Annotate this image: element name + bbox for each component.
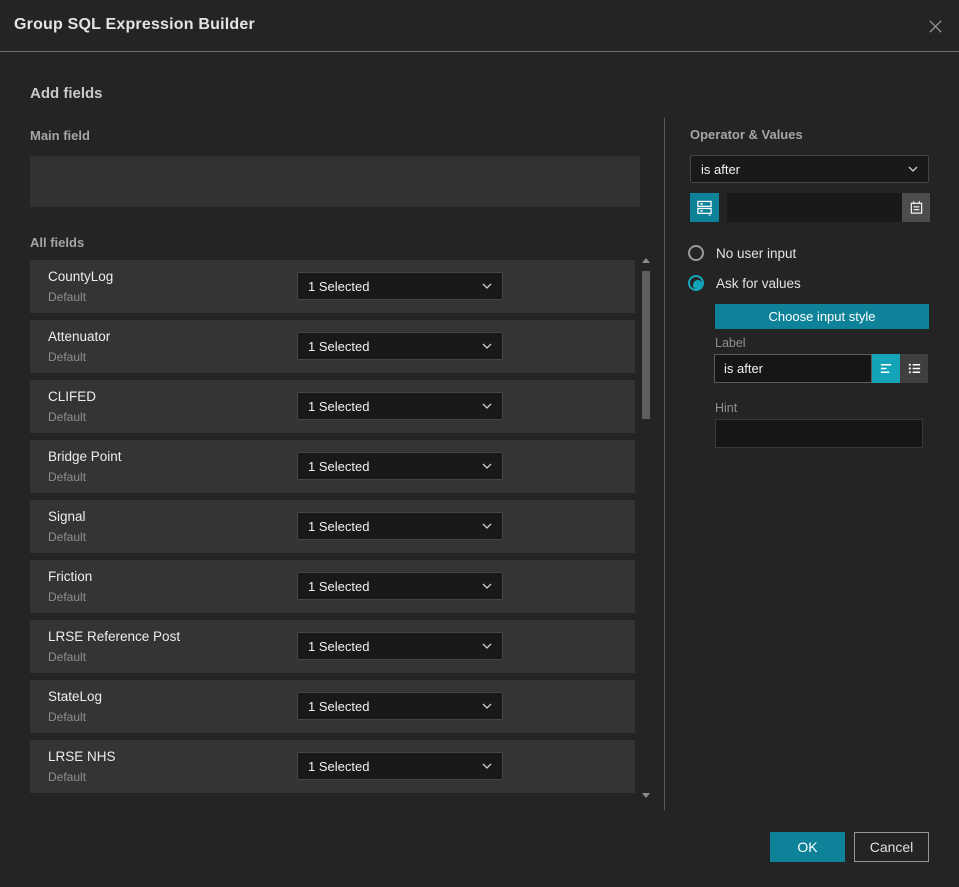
field-selected-dropdown[interactable]: 1 Selected xyxy=(297,332,503,360)
chevron-down-icon xyxy=(482,343,492,349)
field-subtitle: Default xyxy=(48,590,87,604)
operator-dropdown[interactable]: is after xyxy=(690,155,929,183)
all-fields-list: CountyLog Default 1 Selected Attenuator … xyxy=(30,260,635,800)
field-selected-value: 1 Selected xyxy=(308,338,370,354)
scroll-down-button[interactable] xyxy=(642,793,650,798)
list-input-toggle[interactable] xyxy=(900,354,928,383)
main-field-label: Main field xyxy=(30,128,90,143)
field-name: Friction xyxy=(48,569,93,584)
field-selected-dropdown[interactable]: 1 Selected xyxy=(297,272,503,300)
operator-dropdown-value: is after xyxy=(701,161,741,177)
field-row: Signal Default 1 Selected xyxy=(30,500,635,553)
hint-input[interactable] xyxy=(715,419,923,448)
chevron-down-icon xyxy=(908,166,918,172)
chevron-down-icon xyxy=(482,403,492,409)
field-row: LRSE Reference Post Default 1 Selected xyxy=(30,620,635,673)
list-values-icon xyxy=(696,199,713,216)
dialog-header: Group SQL Expression Builder xyxy=(0,0,959,52)
ask-for-values-label: Ask for values xyxy=(716,275,801,291)
field-name: Signal xyxy=(48,509,86,524)
choose-input-style-button[interactable]: Choose input style xyxy=(715,304,929,329)
field-selected-value: 1 Selected xyxy=(308,458,370,474)
close-button[interactable] xyxy=(924,15,946,37)
field-name: StateLog xyxy=(48,689,103,704)
field-subtitle: Default xyxy=(48,410,87,424)
chevron-down-icon xyxy=(482,463,492,469)
chevron-down-icon xyxy=(482,583,492,589)
field-row: CLIFED Default 1 Selected xyxy=(30,380,635,433)
field-selected-value: 1 Selected xyxy=(308,398,370,414)
field-selected-value: 1 Selected xyxy=(308,698,370,714)
field-row: Bridge Point Default 1 Selected xyxy=(30,440,635,493)
calendar-icon xyxy=(909,200,924,215)
operator-values-heading: Operator & Values xyxy=(690,127,803,142)
scroll-up-button[interactable] xyxy=(642,258,650,263)
field-subtitle: Default xyxy=(48,650,87,664)
field-subtitle: Default xyxy=(48,530,87,544)
add-fields-heading: Add fields xyxy=(30,85,103,102)
ok-button[interactable]: OK xyxy=(770,832,845,862)
chevron-down-icon xyxy=(482,763,492,769)
field-subtitle: Default xyxy=(48,710,87,724)
radio-unchecked-icon xyxy=(688,245,704,261)
field-name: CLIFED xyxy=(48,389,97,404)
field-selected-dropdown[interactable]: 1 Selected xyxy=(297,512,503,540)
chevron-down-icon xyxy=(482,283,492,289)
bullet-list-icon xyxy=(907,361,922,376)
cancel-button[interactable]: Cancel xyxy=(854,832,929,862)
chevron-down-icon xyxy=(482,523,492,529)
field-selected-dropdown[interactable]: 1 Selected xyxy=(297,632,503,660)
field-selected-dropdown[interactable]: 1 Selected xyxy=(297,752,503,780)
field-selected-value: 1 Selected xyxy=(308,638,370,654)
radio-checked-icon xyxy=(688,275,704,291)
all-fields-label: All fields xyxy=(30,235,85,250)
vertical-divider xyxy=(664,118,665,810)
value-input[interactable] xyxy=(727,193,902,222)
close-icon xyxy=(926,17,945,36)
no-user-input-radio[interactable]: No user input xyxy=(688,245,796,261)
field-name: Attenuator xyxy=(48,329,111,344)
chevron-down-icon xyxy=(482,703,492,709)
no-user-input-label: No user input xyxy=(716,245,797,261)
main-field-strip: CountyLog | Default To Date xyxy=(30,156,640,352)
field-name: CountyLog xyxy=(48,269,114,284)
field-subtitle: Default xyxy=(48,770,87,784)
field-row: Attenuator Default 1 Selected xyxy=(30,320,635,373)
scrollbar-thumb[interactable] xyxy=(642,271,650,419)
dialog-title: Group SQL Expression Builder xyxy=(14,16,255,33)
field-selected-value: 1 Selected xyxy=(308,518,370,534)
align-left-icon xyxy=(879,361,894,376)
field-row: CountyLog Default 1 Selected xyxy=(30,260,635,313)
field-row: StateLog Default 1 Selected xyxy=(30,680,635,733)
label-field-label: Label xyxy=(715,336,746,350)
field-selected-dropdown[interactable]: 1 Selected xyxy=(297,572,503,600)
group-sql-expression-builder-dialog: Group SQL Expression Builder Add fields … xyxy=(0,0,959,887)
label-input[interactable] xyxy=(714,354,872,383)
date-picker-button[interactable] xyxy=(902,193,930,222)
field-selected-value: 1 Selected xyxy=(308,758,370,774)
field-selected-value: 1 Selected xyxy=(308,278,370,294)
ask-for-values-radio[interactable]: Ask for values xyxy=(688,275,801,291)
field-selected-dropdown[interactable]: 1 Selected xyxy=(297,692,503,720)
chevron-down-icon xyxy=(482,643,492,649)
select-values-from-list-button[interactable] xyxy=(690,193,719,222)
field-selected-value: 1 Selected xyxy=(308,578,370,594)
field-selected-dropdown[interactable]: 1 Selected xyxy=(297,452,503,480)
single-line-input-toggle[interactable] xyxy=(872,354,900,383)
field-name: LRSE NHS xyxy=(48,749,116,764)
field-name: LRSE Reference Post xyxy=(48,629,181,644)
hint-field-label: Hint xyxy=(715,401,738,415)
field-subtitle: Default xyxy=(48,470,87,484)
field-row: LRSE NHS Default 1 Selected xyxy=(30,740,635,793)
field-selected-dropdown[interactable]: 1 Selected xyxy=(297,392,503,420)
fields-list-scrollbar[interactable] xyxy=(641,256,651,800)
field-name: Bridge Point xyxy=(48,449,122,464)
field-row: Friction Default 1 Selected xyxy=(30,560,635,613)
field-subtitle: Default xyxy=(48,290,87,304)
field-subtitle: Default xyxy=(48,350,87,364)
